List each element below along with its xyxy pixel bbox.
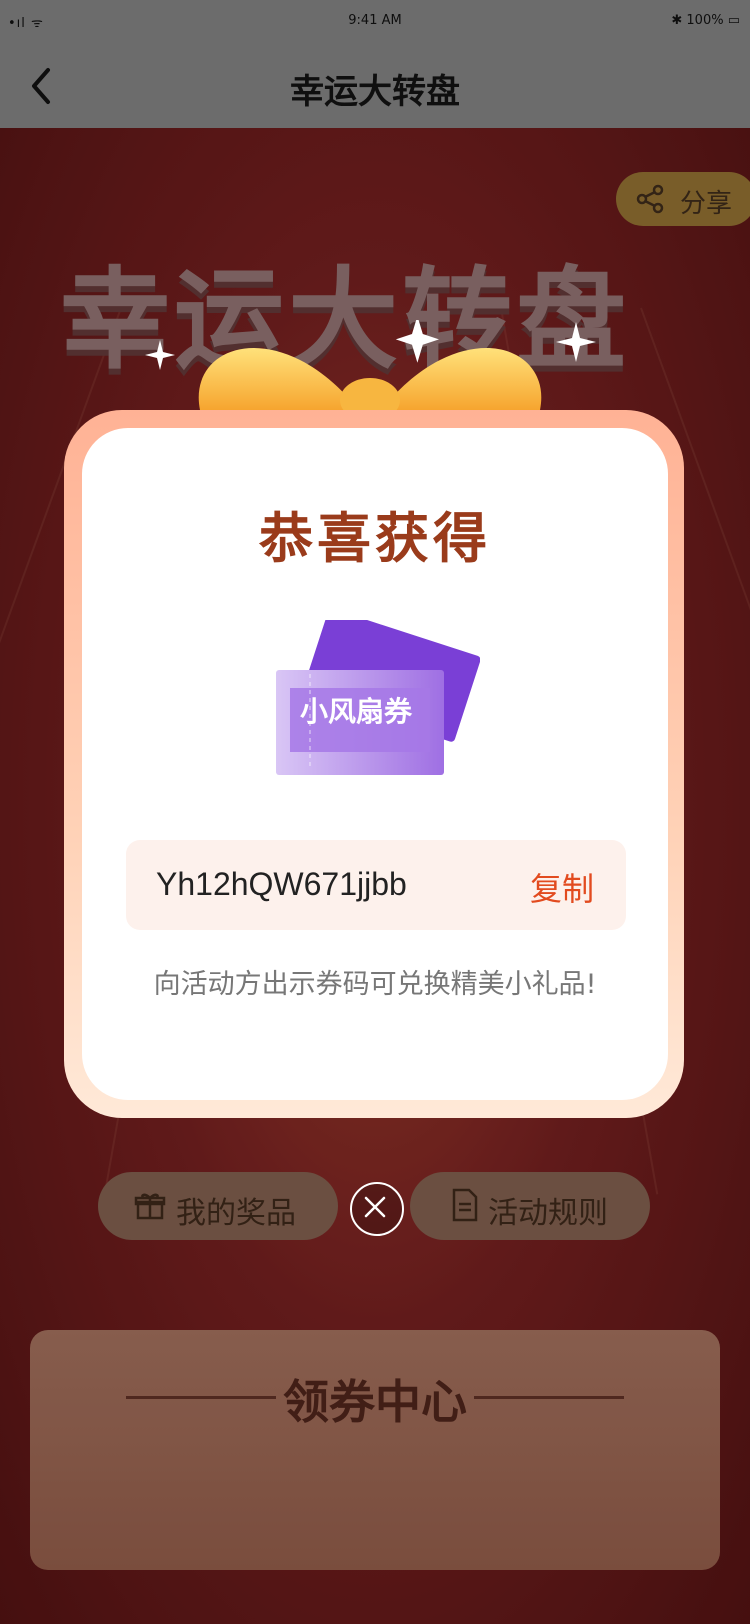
sparkle-icon <box>556 322 596 362</box>
copy-button[interactable]: 复制 <box>530 864 594 910</box>
coupon-name: 小风扇券 <box>299 695 412 728</box>
close-icon <box>364 1196 386 1218</box>
redeem-hint: 向活动方出示券码可兑换精美小礼品! <box>153 969 597 1000</box>
coupon-illustration: 小风扇券 <box>270 620 480 780</box>
modal-title: 恭喜获得 <box>259 507 491 570</box>
sparkle-icon <box>145 340 175 370</box>
coupon-code: Yh12hQW671jjbb <box>156 866 407 902</box>
coupon-code-box: Yh12hQW671jjbb 复制 <box>126 840 626 930</box>
close-modal-button[interactable] <box>350 1182 404 1236</box>
